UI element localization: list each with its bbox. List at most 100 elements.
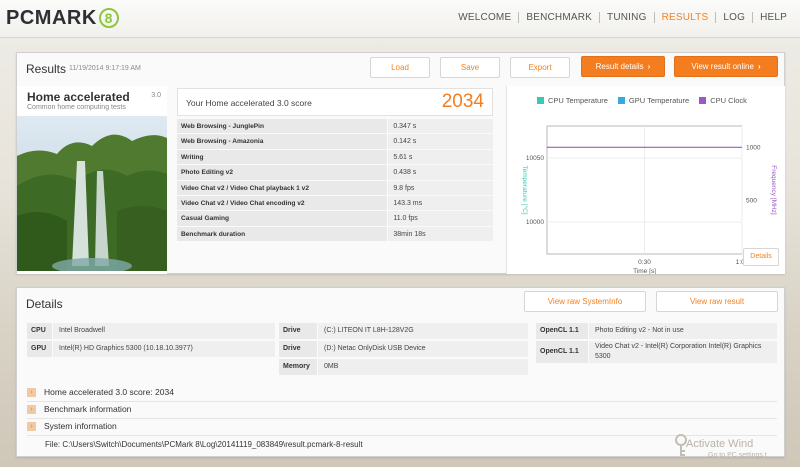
info-row: Drive (C:) LITEON IT L8H-128V2G — [279, 323, 528, 339]
top-bar: PCMARK 8 WELCOME BENCHMARK TUNING RESULT… — [0, 0, 800, 38]
info-row: Memory 0MB — [279, 359, 528, 375]
nav-benchmark[interactable]: BENCHMARK — [518, 12, 599, 23]
legend-item: CPU Clock — [699, 96, 747, 105]
result-details-button[interactable]: Result details › — [581, 56, 665, 77]
app-logo: PCMARK 8 — [6, 6, 119, 30]
info-row: Drive (D:) Netac OnlyDisk USB Device — [279, 341, 528, 357]
table-row: Casual Gaming 11.0 fps — [177, 211, 493, 227]
metric-value: 143.3 ms — [388, 195, 493, 211]
info-value: Intel Broadwell — [53, 323, 275, 339]
info-key: OpenCL 1.1 — [536, 341, 588, 363]
x-tick-label: 0:30 — [638, 259, 651, 266]
export-button[interactable]: Export — [510, 57, 570, 78]
section-label: Benchmark information — [44, 404, 132, 414]
metric-name: Video Chat v2 / Video Chat encoding v2 — [177, 195, 388, 211]
info-key: GPU — [27, 341, 52, 357]
test-name: Home accelerated — [27, 90, 130, 104]
logo-text: PCMARK — [6, 6, 97, 29]
metric-value: 0.142 s — [388, 134, 493, 149]
info-row: OpenCL 1.1 Video Chat v2 - Intel(R) Corpo… — [536, 341, 777, 363]
y-left-tick-label: 10000 — [526, 219, 544, 226]
metric-name: Web Browsing - Amazonia — [177, 134, 388, 149]
legend-swatch — [699, 97, 707, 104]
nav-tuning[interactable]: TUNING — [599, 12, 654, 23]
view-raw-result-button[interactable]: View raw result — [656, 291, 778, 312]
table-row: Writing 5.61 s — [177, 149, 493, 166]
y-left-axis-label: Temperature [°C] — [521, 165, 529, 214]
details-panel: Details View raw SystemInfo View raw res… — [16, 287, 785, 457]
expand-arrow-icon: › — [27, 388, 36, 398]
y-right-tick-label: 1000 — [746, 144, 761, 151]
details-title: Details — [26, 297, 63, 311]
info-value: (C:) LITEON IT L8H-128V2G — [318, 323, 528, 339]
view-result-online-button[interactable]: View result online › — [674, 56, 778, 77]
activate-windows-subtitle: Go to PC settings t — [708, 452, 767, 459]
expand-arrow-icon: › — [27, 405, 36, 415]
nav-results[interactable]: RESULTS — [653, 12, 716, 23]
metric-value: 11.0 fps — [388, 211, 493, 226]
legend-label: GPU Temperature — [628, 96, 690, 105]
metric-name: Writing — [177, 149, 388, 165]
table-row: Benchmark duration 38min 18s — [177, 226, 493, 243]
metric-value: 0.347 s — [388, 119, 493, 134]
table-row: Web Browsing - Amazonia 0.142 s — [177, 134, 493, 150]
info-value: 0MB — [318, 359, 528, 375]
info-key: OpenCL 1.1 — [536, 323, 588, 339]
info-row: CPU Intel Broadwell — [27, 323, 275, 339]
chart-legend: CPU Temperature GPU Temperature CPU Cloc… — [537, 96, 757, 105]
nav-welcome[interactable]: WELCOME — [451, 12, 518, 23]
info-row: OpenCL 1.1 Photo Editing v2 - Not in use — [536, 323, 777, 339]
info-row: GPU Intel(R) HD Graphics 5300 (10.18.10.3… — [27, 341, 275, 357]
y-right-axis-label: Frequency [MHz] — [770, 165, 777, 215]
metric-name: Web Browsing - JunglePin — [177, 119, 388, 134]
waterfall-image — [17, 116, 167, 271]
legend-swatch — [617, 97, 625, 104]
section-benchmark-information[interactable]: › Benchmark information — [27, 404, 777, 419]
metric-value: 5.61 s — [388, 149, 493, 165]
test-subtitle: Common home computing tests — [27, 104, 126, 111]
info-key: Drive — [279, 341, 317, 357]
y-left-tick-label: 10050 — [526, 155, 544, 162]
legend-item: GPU Temperature — [617, 96, 690, 105]
system-info-opencl: OpenCL 1.1 Photo Editing v2 - Not in use … — [536, 323, 777, 365]
legend-swatch — [537, 97, 544, 104]
results-date: 11/19/2014 9:17:19 AM — [69, 65, 141, 72]
logo-badge: 8 — [98, 8, 119, 28]
score-value: 2034 — [441, 91, 484, 112]
monitoring-chart: CPU Temperature GPU Temperature CPU Cloc… — [506, 86, 785, 274]
info-key: CPU — [27, 323, 52, 339]
view-result-online-label: View result online — [691, 62, 754, 71]
main-nav: WELCOME BENCHMARK TUNING RESULTS LOG HEL… — [451, 12, 794, 23]
details-button[interactable]: Details — [743, 248, 779, 266]
info-key: Drive — [279, 323, 317, 339]
table-row: Photo Editing v2 0.438 s — [177, 165, 493, 181]
chevron-right-icon: › — [647, 62, 651, 71]
metric-name: Photo Editing v2 — [177, 165, 388, 180]
view-raw-systeminfo-button[interactable]: View raw SystemInfo — [524, 291, 646, 312]
metric-value: 0.438 s — [388, 165, 493, 180]
table-row: Web Browsing - JunglePin 0.347 s — [177, 119, 493, 135]
legend-item: CPU Temperature — [537, 96, 608, 105]
details-header: Details View raw SystemInfo View raw res… — [17, 288, 784, 318]
save-button[interactable]: Save — [440, 57, 500, 78]
test-card: Home accelerated 3.0 Common home computi… — [17, 86, 167, 274]
section-score[interactable]: › Home accelerated 3.0 score: 2034 — [27, 387, 777, 402]
metric-value: 38min 18s — [388, 226, 493, 242]
results-title: Results — [26, 62, 67, 76]
section-label: Home accelerated 3.0 score: 2034 — [44, 387, 174, 397]
system-info-drives: Drive (C:) LITEON IT L8H-128V2G Drive (D:)… — [279, 323, 528, 377]
test-version: 3.0 — [151, 92, 161, 99]
nav-log[interactable]: LOG — [715, 12, 752, 23]
result-details-label: Result details — [595, 62, 644, 71]
load-button[interactable]: Load — [370, 57, 430, 78]
score-label: Your Home accelerated 3.0 score — [186, 98, 312, 108]
results-panel: Results 11/19/2014 9:17:19 AM Load Save … — [16, 52, 785, 274]
activate-windows-title: Activate Wind — [686, 438, 754, 450]
y-right-tick-label: 500 — [746, 198, 757, 205]
nav-help[interactable]: HELP — [752, 12, 794, 23]
result-file-path: File: C:\Users\Switch\Documents\PCMark 8… — [45, 440, 363, 449]
section-system-information[interactable]: › System information — [27, 421, 777, 436]
info-value: Video Chat v2 - Intel(R) Corporation Int… — [589, 341, 777, 363]
metric-name: Casual Gaming — [177, 211, 388, 226]
legend-label: CPU Clock — [710, 96, 747, 105]
